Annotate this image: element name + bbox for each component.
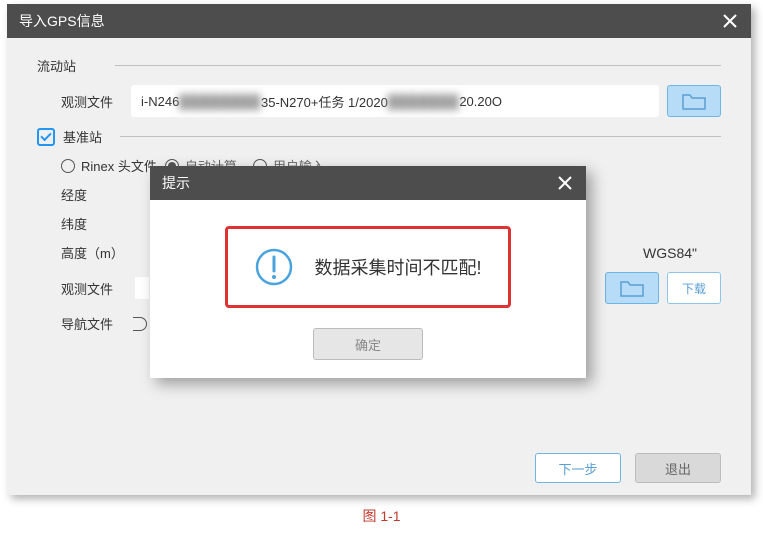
- wgs-label: WGS84": [643, 245, 697, 261]
- rover-obs-row: 观测文件 i-N246 ████████ 35-N270+任务 1/2020 █…: [61, 85, 721, 117]
- height-label: 高度（m）: [61, 243, 141, 262]
- titlebar: 导入GPS信息: [7, 4, 751, 38]
- base-section-header: 基准站: [37, 127, 721, 146]
- divider: [120, 136, 721, 137]
- rinex-label: Rinex 头文件: [81, 156, 157, 175]
- warning-icon: [254, 247, 294, 287]
- rover-label: 流动站: [37, 56, 97, 75]
- close-icon[interactable]: [721, 12, 739, 30]
- divider: [115, 65, 721, 66]
- window-title: 导入GPS信息: [19, 11, 105, 31]
- base-nav-label: 导航文件: [61, 314, 131, 333]
- rover-obs-input[interactable]: i-N246 ████████ 35-N270+任务 1/2020 ██████…: [131, 85, 659, 117]
- nav-radio-partial: [133, 317, 147, 331]
- base-enable-checkbox[interactable]: [37, 128, 55, 146]
- alert-dialog: 提示 数据采集时间不匹配! 确定: [150, 166, 586, 378]
- alert-message: 数据采集时间不匹配!: [314, 254, 481, 280]
- figure-caption: 图 1-1: [0, 506, 763, 526]
- base-label: 基准站: [63, 127, 102, 146]
- rover-section-header: 流动站: [37, 56, 721, 75]
- base-obs-label: 观测文件: [61, 279, 131, 298]
- ok-button[interactable]: 确定: [313, 328, 423, 360]
- alert-message-box: 数据采集时间不匹配!: [225, 226, 510, 308]
- download-button[interactable]: 下载: [667, 272, 721, 304]
- rover-browse-button[interactable]: [667, 85, 721, 117]
- modal-title: 提示: [162, 173, 190, 193]
- rinex-radio[interactable]: [61, 159, 75, 173]
- next-button[interactable]: 下一步: [535, 453, 621, 483]
- modal-close-icon[interactable]: [556, 174, 574, 192]
- base-obs-browse-button[interactable]: [605, 272, 659, 304]
- rover-obs-label: 观测文件: [61, 92, 131, 111]
- modal-titlebar: 提示: [150, 166, 586, 200]
- lat-label: 纬度: [61, 214, 131, 233]
- exit-button[interactable]: 退出: [635, 453, 721, 483]
- lon-label: 经度: [61, 185, 131, 204]
- bottom-bar: 下一步 退出: [535, 453, 721, 483]
